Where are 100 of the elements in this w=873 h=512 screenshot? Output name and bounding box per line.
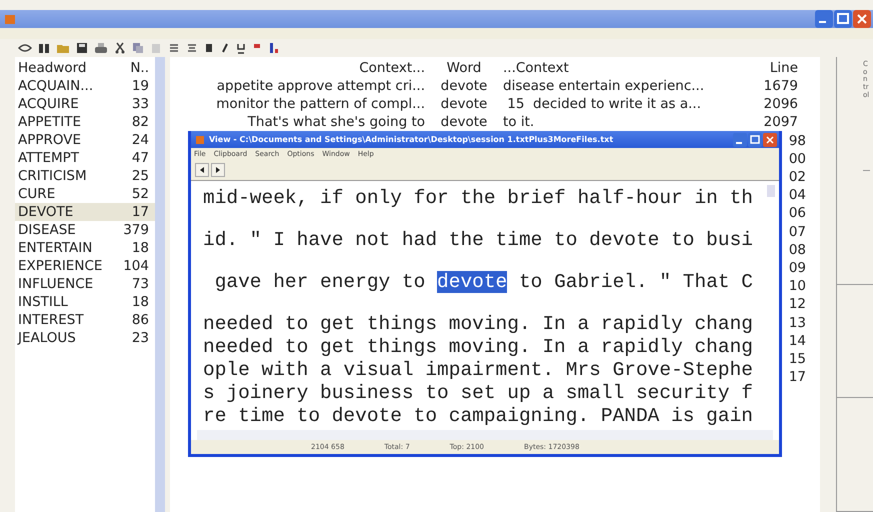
headword-text: DEVOTE bbox=[18, 204, 74, 220]
sort-icon[interactable] bbox=[268, 42, 280, 54]
headword-row[interactable]: ACQUIRE 33 bbox=[15, 95, 155, 113]
minimize-button[interactable] bbox=[815, 10, 833, 28]
table-cell-text: devote bbox=[440, 96, 488, 112]
table-cell: 02 bbox=[788, 169, 806, 186]
table-cell: 98 bbox=[788, 132, 806, 149]
table-cell: 15 bbox=[788, 350, 806, 367]
count-text: 24 bbox=[130, 132, 150, 148]
app-icon bbox=[4, 13, 16, 25]
table-cell: 17 bbox=[788, 369, 806, 386]
maximize-button[interactable] bbox=[834, 10, 852, 28]
text-line: re time to devote to campaigning. PANDA is gain bbox=[203, 405, 753, 427]
eye-icon[interactable] bbox=[18, 42, 32, 54]
headword-text: INFLUENCE bbox=[18, 276, 94, 292]
headword-text: DISEASE bbox=[18, 222, 77, 238]
count-text: 86 bbox=[130, 312, 150, 328]
headword-row[interactable]: JEALOUS 23 bbox=[15, 329, 155, 347]
table-cell: 12 bbox=[788, 296, 806, 312]
headword-text: INTEREST bbox=[18, 312, 85, 328]
count-text: 47 bbox=[130, 150, 150, 166]
table-cell-text: disease entertain experienc... bbox=[503, 78, 706, 94]
count-text: 19 bbox=[130, 78, 150, 94]
headword-row[interactable]: ENTERTAIN 18 bbox=[15, 239, 155, 257]
headword-text: CURE bbox=[18, 186, 56, 202]
headword-row[interactable]: INFLUENCE 73 bbox=[15, 275, 155, 293]
scrollbar[interactable] bbox=[155, 57, 165, 512]
print-icon[interactable] bbox=[94, 42, 108, 54]
column-header[interactable]: Line bbox=[743, 60, 798, 76]
table-cell: 10 bbox=[788, 278, 806, 294]
table-cell-text: 2097 bbox=[762, 114, 798, 130]
headword-text: JEALOUS bbox=[18, 330, 77, 346]
close-button[interactable] bbox=[853, 10, 871, 28]
italic-icon[interactable] bbox=[220, 42, 230, 54]
table-cell: 06 bbox=[788, 205, 806, 222]
column-header[interactable]: Word bbox=[425, 60, 503, 76]
table-cell-text: 15 decided to write it as a... bbox=[506, 96, 702, 112]
app-icon bbox=[195, 134, 205, 144]
column-header[interactable]: Context... bbox=[170, 60, 425, 76]
close-button[interactable] bbox=[763, 132, 777, 146]
text-line: needed to get things moving. In a rapidly chang bbox=[203, 313, 753, 335]
headword-text: EXPERIENCE bbox=[18, 258, 104, 274]
count-text: 17 bbox=[130, 204, 150, 220]
count-text: 25 bbox=[130, 168, 150, 184]
align-icon[interactable] bbox=[186, 42, 198, 54]
headword-text: APPROVE bbox=[18, 132, 82, 148]
minimize-button[interactable] bbox=[733, 132, 747, 146]
underline-icon[interactable] bbox=[236, 42, 246, 54]
headword-row[interactable]: ATTEMPT 47 bbox=[15, 149, 155, 167]
table-cell-text: to it. bbox=[503, 114, 536, 130]
maximize-button[interactable] bbox=[748, 132, 762, 146]
column-header[interactable]: Headword bbox=[18, 60, 115, 76]
text-line: s joinery business to set up a small security f bbox=[203, 382, 753, 404]
count-text: 33 bbox=[130, 96, 150, 112]
count-text: 18 bbox=[130, 240, 150, 256]
headword-row[interactable]: INTEREST 86 bbox=[15, 311, 155, 329]
scrollbar[interactable] bbox=[767, 185, 775, 197]
text-line: id. " I have not had the time to devote to busi bbox=[203, 229, 753, 251]
cut-icon[interactable] bbox=[114, 42, 126, 54]
table-cell-text: That's what she's going to bbox=[246, 114, 425, 130]
headword-row[interactable]: INSTILL 18 bbox=[15, 293, 155, 311]
headword-text: ACQUIRE bbox=[18, 96, 80, 112]
headword-row[interactable]: DEVOTE 17 bbox=[15, 203, 155, 221]
table-cell-text: devote bbox=[440, 114, 488, 130]
copy-icon[interactable] bbox=[132, 42, 144, 54]
headword-row[interactable]: CURE 52 bbox=[15, 185, 155, 203]
headword-text: CRITICISM bbox=[18, 168, 88, 184]
column-header[interactable]: N.. bbox=[115, 60, 155, 76]
headword-row[interactable]: APPETITE 82 bbox=[15, 113, 155, 131]
table-cell-text: 1679 bbox=[762, 78, 798, 94]
column-header[interactable]: ...Context bbox=[503, 60, 743, 76]
text-line: gave her energy to devote to Gabriel. " That C bbox=[214, 271, 754, 293]
headword-text: APPETITE bbox=[18, 114, 82, 130]
count-text: 82 bbox=[130, 114, 150, 130]
headword-row[interactable]: CRITICISM 25 bbox=[15, 167, 155, 185]
align-icon[interactable] bbox=[168, 42, 180, 54]
table-cell: 09 bbox=[788, 260, 806, 276]
table-cell: 07 bbox=[788, 224, 806, 240]
headword-row[interactable]: EXPERIENCE 104 bbox=[15, 257, 155, 275]
count-text: 379 bbox=[122, 222, 150, 238]
scrollbar[interactable] bbox=[197, 430, 773, 440]
headword-row[interactable]: ACQUAIN... 19 bbox=[15, 77, 155, 95]
table-cell: 14 bbox=[788, 332, 806, 349]
table-cell-text: 2096 bbox=[762, 96, 798, 112]
table-cell: 00 bbox=[788, 150, 806, 167]
table-cell: 13 bbox=[788, 314, 806, 331]
count-text: 73 bbox=[130, 276, 150, 292]
window-title: View - C:\Documents and Settings\Administrator\Desktop\session 1.txtPlus3MoreFiles.txt bbox=[209, 135, 614, 144]
highlighted-word: devote bbox=[437, 271, 508, 293]
table-cell-text: devote bbox=[440, 78, 488, 94]
headword-row[interactable]: DISEASE 379 bbox=[15, 221, 155, 239]
count-text: 18 bbox=[130, 294, 150, 310]
save-icon[interactable] bbox=[76, 42, 88, 54]
text-line: needed to get things moving. In a rapidly chang bbox=[203, 336, 753, 358]
count-text: 52 bbox=[130, 186, 150, 202]
table-cell: 04 bbox=[788, 187, 806, 204]
count-text: 23 bbox=[130, 330, 150, 346]
text-line: mid-week, if only for the brief half-hour in th bbox=[203, 187, 753, 209]
headword-text: INSTILL bbox=[18, 294, 69, 310]
headword-row[interactable]: APPROVE 24 bbox=[15, 131, 155, 149]
